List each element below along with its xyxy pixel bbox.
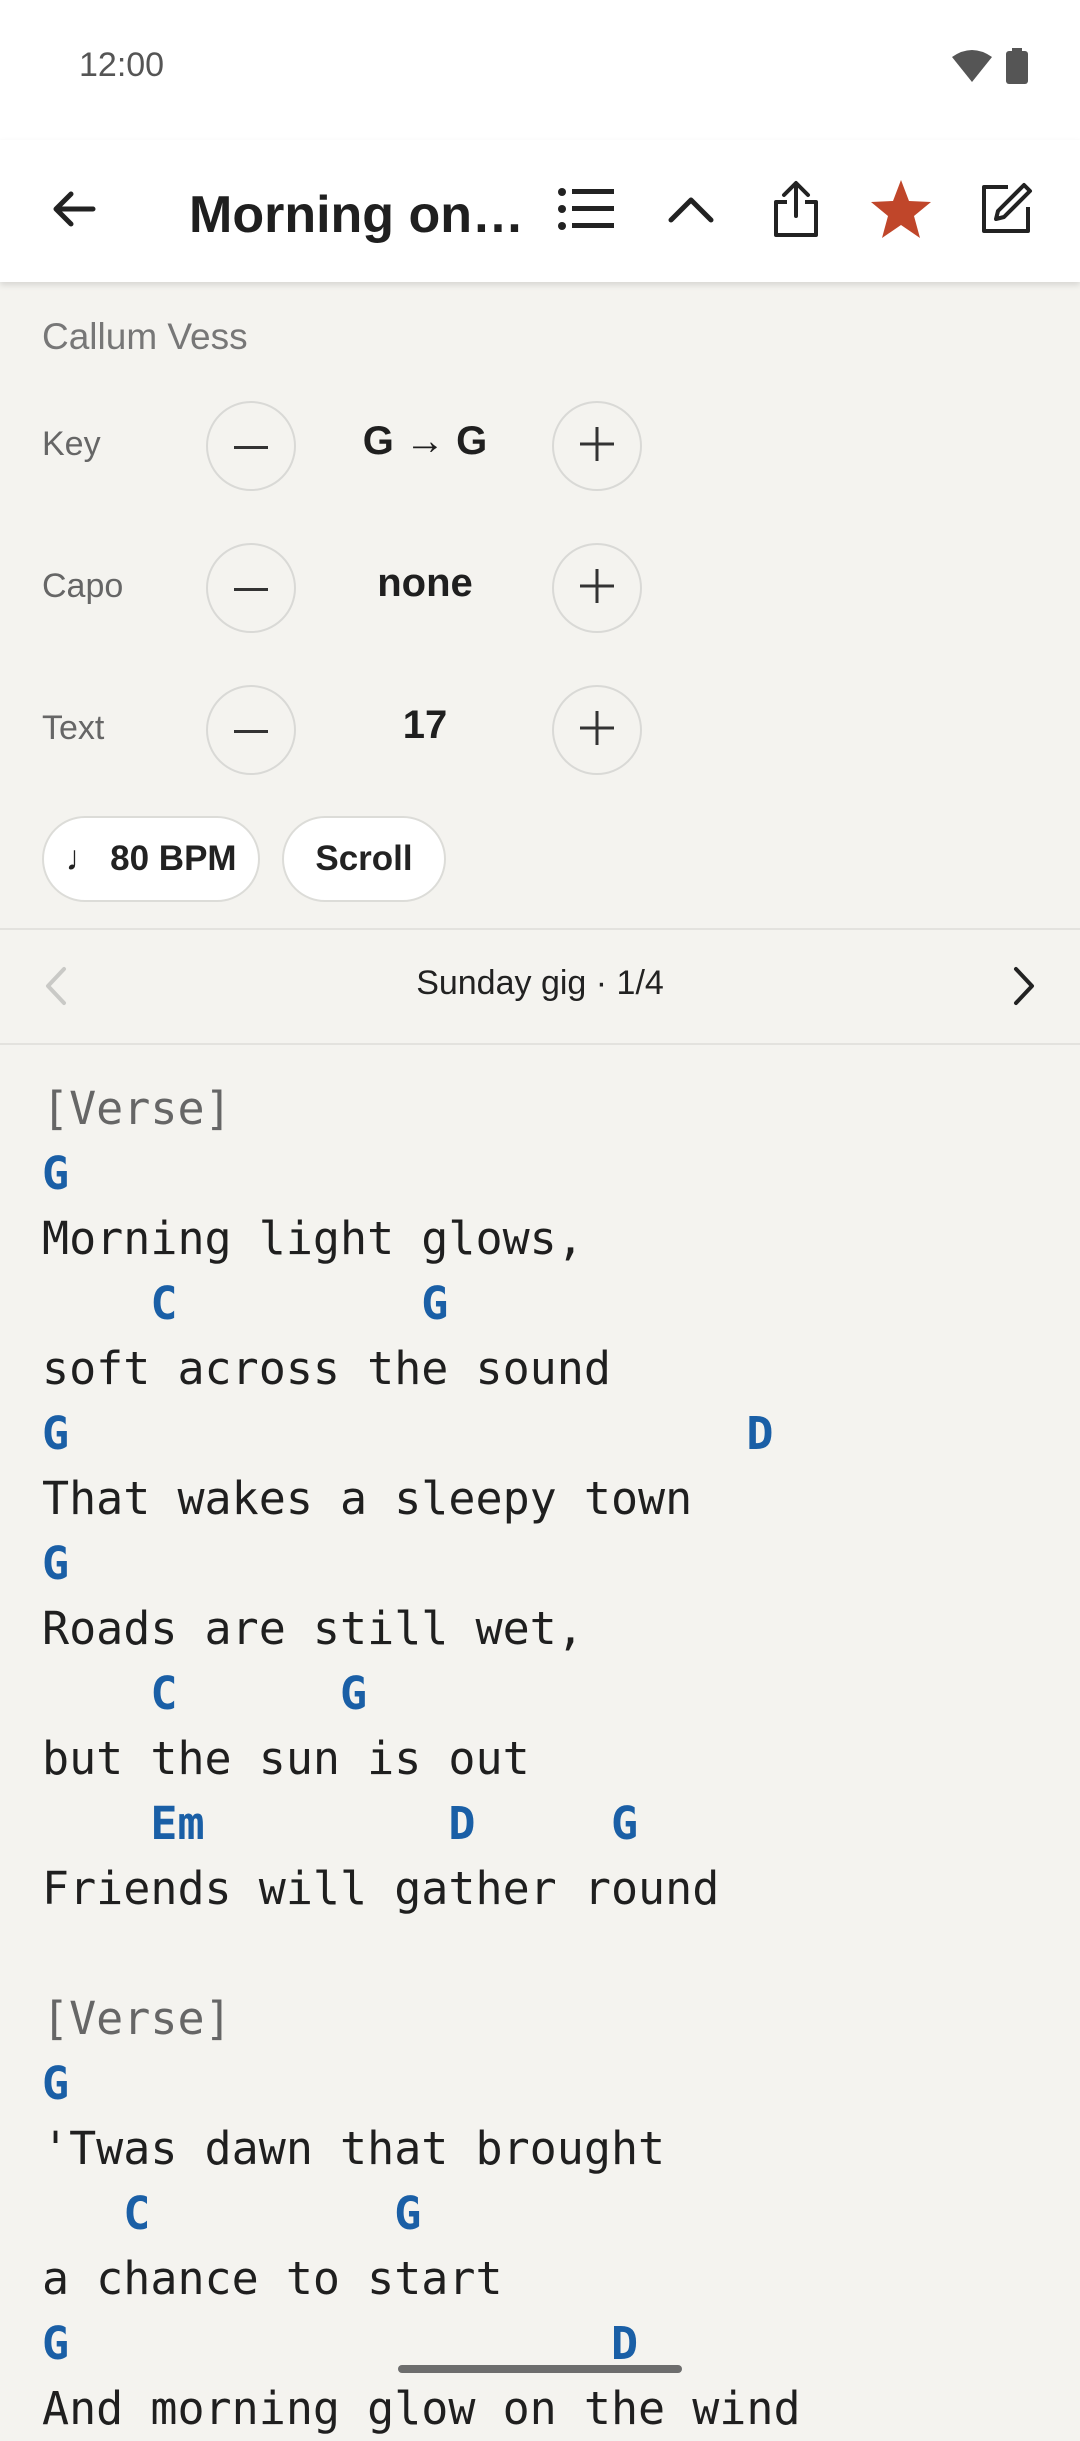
app-bar: Morning on t...: [0, 140, 1080, 282]
text-size-increase-button[interactable]: [552, 685, 642, 775]
lyric-line: but the sun is out: [42, 1732, 530, 1785]
plus-icon: [580, 426, 614, 466]
song-lyrics: [Verse] G Morning light glows, C G soft acr…: [42, 1076, 1052, 2441]
setlist-button[interactable]: [546, 171, 626, 251]
star-icon: [870, 179, 932, 244]
key-increase-button[interactable]: [552, 401, 642, 491]
key-decrease-button[interactable]: [206, 401, 296, 491]
minus-icon: [234, 579, 268, 597]
chord-line: G: [42, 2057, 70, 2110]
capo-label: Capo: [42, 567, 124, 605]
lyric-line: 'Twas dawn that brought: [42, 2122, 666, 2175]
key-label: Key: [42, 425, 101, 463]
minus-icon: [234, 437, 268, 455]
chord-line: Em D G: [42, 1797, 639, 1850]
capo-decrease-button[interactable]: [206, 543, 296, 633]
edit-button[interactable]: [966, 171, 1046, 251]
section-header: [Verse]: [42, 1082, 232, 1135]
next-song-button[interactable]: [996, 960, 1052, 1016]
capo-control: Capo none: [0, 543, 1080, 637]
status-icons: [952, 48, 1028, 89]
list-icon: [558, 187, 614, 236]
edit-icon: [978, 181, 1034, 242]
divider: [0, 928, 1080, 930]
text-size-control: Text 17: [0, 685, 1080, 779]
divider: [0, 1043, 1080, 1045]
lyric-line: a chance to start: [42, 2252, 503, 2305]
plus-icon: [580, 710, 614, 750]
home-indicator[interactable]: [398, 2365, 682, 2373]
bpm-button[interactable]: ♩ 80 BPM: [42, 816, 260, 902]
lyric-line: soft across the sound: [42, 1342, 611, 1395]
key-value: G → G: [362, 419, 488, 463]
chord-line: C G: [42, 1667, 368, 1720]
chevron-up-icon: [666, 192, 716, 231]
setlist-position: Sunday gig · 1/4: [416, 964, 664, 1002]
share-button[interactable]: [756, 171, 836, 251]
chord-line: C G: [42, 2187, 422, 2240]
capo-increase-button[interactable]: [552, 543, 642, 633]
back-button[interactable]: [34, 171, 114, 251]
plus-icon: [580, 568, 614, 608]
chevron-right-icon: [1013, 966, 1035, 1011]
minus-icon: [234, 721, 268, 739]
key-control: Key G → G: [0, 401, 1080, 495]
chord-line: G D: [42, 1407, 774, 1460]
text-size-decrease-button[interactable]: [206, 685, 296, 775]
status-time: 12:00: [79, 46, 165, 84]
chord-line: G: [42, 1537, 70, 1590]
lyric-line: And morning glow on the wind: [42, 2382, 801, 2435]
text-size-value: 17: [402, 703, 448, 747]
autoscroll-button[interactable]: Scroll: [282, 816, 446, 902]
section-header: [Verse]: [42, 1992, 232, 2045]
chord-line: C G: [42, 1277, 449, 1330]
favorite-button[interactable]: [861, 171, 941, 251]
battery-icon: [1006, 48, 1028, 89]
artist-name: Callum Vess: [42, 316, 248, 357]
arrow-left-icon: [49, 184, 99, 239]
lyric-line: Friends will gather round: [42, 1862, 720, 1915]
collapse-button[interactable]: [651, 171, 731, 251]
lyric-line: Morning light glows,: [42, 1212, 584, 1265]
status-bar: 12:00: [0, 0, 1080, 140]
song-title: Morning on t...: [189, 186, 534, 244]
text-size-label: Text: [42, 709, 105, 747]
share-icon: [772, 180, 820, 243]
lyric-line: That wakes a sleepy town: [42, 1472, 693, 1525]
wifi-icon: [952, 49, 992, 88]
chord-line: G: [42, 1147, 70, 1200]
capo-value: none: [377, 561, 473, 605]
lyric-line: Roads are still wet,: [42, 1602, 584, 1655]
